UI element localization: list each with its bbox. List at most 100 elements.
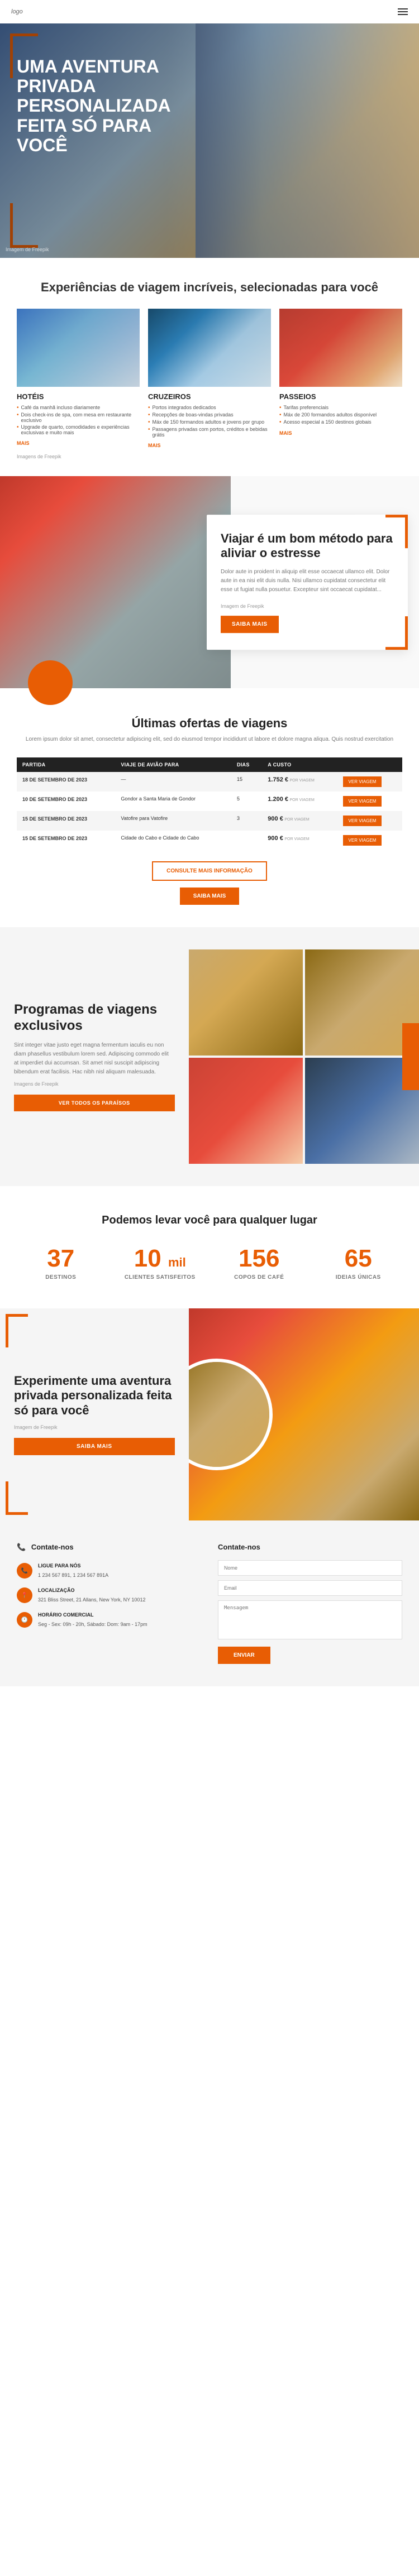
offers-table: PARTIDA VIAJE DE AVIÃO PARA DIAS A CUSTO… xyxy=(17,757,402,850)
exp-card-hotels: HOTÉIS Café da manhã incluso diariamente… xyxy=(17,309,140,448)
row3-days: 3 xyxy=(231,811,262,831)
row3-action[interactable]: VER VIAGEM xyxy=(337,811,402,831)
phone-value: 1 234 567 891, 1 234 567 891A xyxy=(38,1572,108,1578)
cruises-item-3: Máx de 150 formandos adultos e jovens po… xyxy=(148,419,271,426)
cruises-item-1: Portos integrados dedicados xyxy=(148,404,271,411)
row2-price-label: POR VIAGEM xyxy=(290,798,315,802)
contact-section: 📞 Contate-nos 📞 LIGUE PARA NÓS 1 234 567… xyxy=(0,1520,419,1686)
experiences-grid: HOTÉIS Café da manhã incluso diariamente… xyxy=(17,309,402,448)
row1-days: 15 xyxy=(231,772,262,791)
private-right xyxy=(189,1308,419,1520)
orange-circle-decoration xyxy=(28,660,73,705)
hero-title: UMA AVENTURA PRIVADA PERSONALIZADA FEITA… xyxy=(17,57,196,155)
offers-subtitle: Lorem ipsum dolor sit amet, consectetur … xyxy=(17,735,402,743)
travel-method-image xyxy=(0,476,231,688)
orange-rect-decoration xyxy=(402,1023,419,1090)
submit-button[interactable]: Enviar xyxy=(218,1647,270,1664)
programs-title: Programas de viagens exclusivos xyxy=(14,1002,175,1034)
row4-action[interactable]: VER VIAGEM xyxy=(337,831,402,850)
location-value: 321 Bliss Street, 21 Allans, New York, N… xyxy=(38,1597,145,1603)
cruises-more-link[interactable]: MAIS xyxy=(148,443,271,448)
row3-destination: Vatofire para Vatofire xyxy=(115,811,231,831)
experiences-heading: Experiências de viagem incríveis, seleci… xyxy=(17,280,402,295)
row4-date: 15 DE SETEMBRO DE 2023 xyxy=(17,831,115,850)
offers-table-header: PARTIDA VIAJE DE AVIÃO PARA DIAS A CUSTO xyxy=(17,757,402,772)
contact-info-heading: 📞 Contate-nos xyxy=(17,1543,201,1552)
row3-price: 900 € POR VIAGEM xyxy=(262,811,337,831)
table-row: 15 DE SETEMBRO DE 2023 Cidade do Cabo e … xyxy=(17,831,402,850)
contact-form: Contate-nos Enviar xyxy=(218,1543,402,1664)
stat-ideias: 65 IDEIAS ÚNICAS xyxy=(315,1246,403,1280)
private-section: Experimente uma aventura privada persona… xyxy=(0,1308,419,1520)
exp-card-cruises: CRUZEIROS Portos integrados dedicados Re… xyxy=(148,309,271,448)
programs-layout: Programas de viagens exclusivos Sint int… xyxy=(0,949,419,1164)
hotels-item-1: Café da manhã incluso diariamente xyxy=(17,404,140,411)
hamburger-menu[interactable] xyxy=(398,7,408,17)
private-cta[interactable]: SAIBA MAIS xyxy=(14,1438,175,1455)
row4-price-label: POR VIAGEM xyxy=(284,837,309,841)
row3-view-button[interactable]: VER VIAGEM xyxy=(343,816,382,826)
location-label: LOCALIZAÇÃO xyxy=(38,1587,145,1593)
row4-view-button[interactable]: VER VIAGEM xyxy=(343,835,382,846)
contact-form-heading: Contate-nos xyxy=(218,1543,402,1551)
col-dias: DIAS xyxy=(231,757,262,772)
tours-more-link[interactable]: MAIS xyxy=(279,430,402,436)
saiba-mais-button[interactable]: SAIBA MAIS xyxy=(180,888,240,905)
cruises-image xyxy=(148,309,271,387)
hours-value: Seg - Sex: 09h - 20h, Sábado: Dom: 9am -… xyxy=(38,1622,147,1627)
hotels-list: Café da manhã incluso diariamente Dois c… xyxy=(17,404,140,436)
offers-heading: Últimas ofertas de viagens xyxy=(17,716,402,731)
travel-method-title: Viajar é um bom método para aliviar o es… xyxy=(221,531,394,561)
email-input[interactable] xyxy=(218,1580,402,1596)
message-input[interactable] xyxy=(218,1600,402,1639)
phone-icon: 📞 xyxy=(17,1563,32,1579)
stat-label-cafe: COPOS DE CAFÉ xyxy=(215,1274,303,1280)
stat-mil: mil xyxy=(168,1255,186,1269)
col-destino: VIAJE DE AVIÃO PARA xyxy=(115,757,231,772)
travel-method-section: Viajar é um bom método para aliviar o es… xyxy=(0,476,419,688)
bracket-bottom-right xyxy=(385,616,408,650)
stats-grid: 37 DESTINOS 10 mil CLIENTES SATISFEITOS … xyxy=(17,1246,402,1280)
hours-label: HORÁRIO COMERCIAL xyxy=(38,1612,147,1618)
hours-icon: 🕐 xyxy=(17,1612,32,1628)
row3-price-value: 900 € xyxy=(268,816,283,822)
name-input[interactable] xyxy=(218,1560,402,1576)
row2-view-button[interactable]: VER VIAGEM xyxy=(343,796,382,807)
tours-item-1: Tarifas preferenciais xyxy=(279,404,402,411)
view-more-button[interactable]: CONSULTE MAIS INFORMAÇÃO xyxy=(152,861,267,881)
private-circle-inner xyxy=(189,1362,269,1467)
row1-destination: — xyxy=(115,772,231,791)
row3-price-label: POR VIAGEM xyxy=(284,818,309,822)
row2-action[interactable]: VER VIAGEM xyxy=(337,791,402,811)
row1-action[interactable]: VER VIAGEM xyxy=(337,772,402,791)
stat-label-ideias: IDEIAS ÚNICAS xyxy=(315,1274,403,1280)
tours-list: Tarifas preferenciais Máx de 200 formand… xyxy=(279,404,402,426)
row2-destination: Gondor a Santa Maria de Gondor xyxy=(115,791,231,811)
row4-price-value: 900 € xyxy=(268,835,283,842)
row1-price-value: 1.752 € xyxy=(268,776,288,783)
hotels-more-link[interactable]: MAIS xyxy=(17,440,140,446)
tours-image xyxy=(279,309,402,387)
stat-label-destinos: DESTINOS xyxy=(17,1274,105,1280)
stats-heading: Podemos levar você para qualquer lugar xyxy=(17,1214,402,1227)
hotels-item-2: Dois check-ins de spa, com mesa em resta… xyxy=(17,411,140,424)
hero-image-label: Imagem de Freepik xyxy=(6,247,49,252)
programs-cta[interactable]: VER TODOS OS PARAÍSOS xyxy=(14,1095,175,1111)
row1-view-button[interactable]: VER VIAGEM xyxy=(343,776,382,787)
exp-card-tours: PASSEIOS Tarifas preferenciais Máx de 20… xyxy=(279,309,402,448)
stat-number-cafe: 156 xyxy=(215,1246,303,1271)
stat-number-ideias: 65 xyxy=(315,1246,403,1271)
programs-body: Sint integer vitae justo eget magna ferm… xyxy=(14,1041,175,1077)
cruises-item-2: Recepções de boas-vindas privadas xyxy=(148,411,271,419)
logo[interactable]: logo xyxy=(11,8,23,15)
table-row: 18 DE SETEMBRO DE 2023 — 15 1.752 € POR … xyxy=(17,772,402,791)
phone-label: LIGUE PARA NÓS xyxy=(38,1563,108,1568)
table-row: 10 DE SETEMBRO DE 2023 Gondor a Santa Ma… xyxy=(17,791,402,811)
row4-days xyxy=(231,831,262,850)
offers-section: Últimas ofertas de viagens Lorem ipsum d… xyxy=(0,688,419,927)
travel-method-cta[interactable]: SAIBA MAIS xyxy=(221,616,279,633)
row3-date: 15 DE SETEMBRO DE 2023 xyxy=(17,811,115,831)
row1-price-label: POR VIAGEM xyxy=(290,779,315,783)
hero-section: UMA AVENTURA PRIVADA PERSONALIZADA FEITA… xyxy=(0,23,419,258)
programs-left: Programas de viagens exclusivos Sint int… xyxy=(0,949,189,1164)
